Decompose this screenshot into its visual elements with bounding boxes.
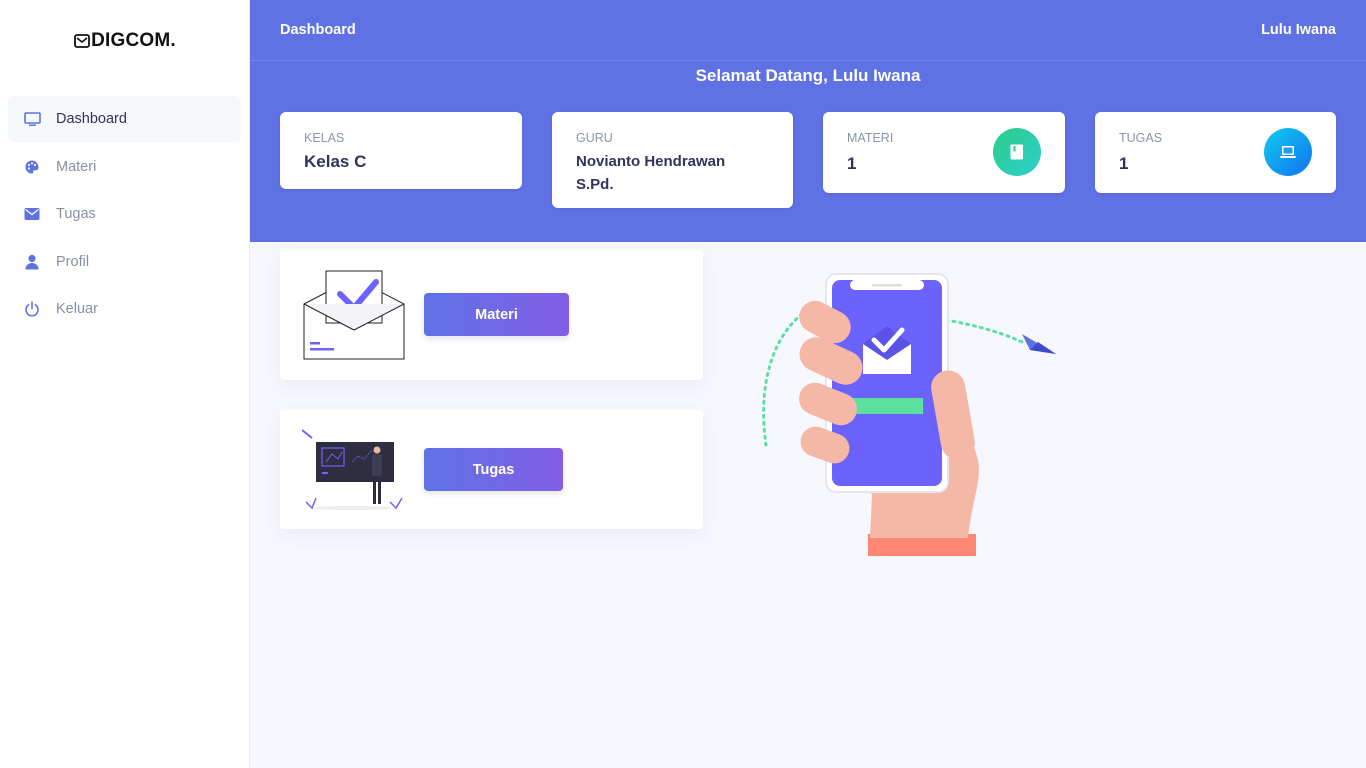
sidebar-item-dashboard[interactable]: Dashboard [8, 96, 241, 142]
stat-caption: KELAS [304, 131, 345, 145]
brand-logo[interactable]: DIGCOM. [0, 30, 250, 52]
stat-caption: TUGAS [1119, 131, 1163, 145]
teacher-board-illustration [302, 429, 403, 510]
envelope-logo-icon [74, 34, 90, 48]
sidebar-nav: Dashboard Materi Tugas Profil Keluar [8, 96, 241, 334]
envelope-icon [23, 205, 41, 223]
brand-name: DIGCOM. [91, 30, 176, 51]
stat-value: Kelas C [304, 152, 367, 171]
stat-card-kelas: KELAS Kelas C [280, 112, 522, 189]
sidebar-item-label: Materi [56, 158, 97, 175]
sidebar: DIGCOM. Dashboard Materi Tugas Profil Ke… [0, 0, 250, 768]
tugas-panel: Tugas [280, 410, 703, 529]
sidebar-item-label: Profil [56, 253, 90, 270]
welcome-heading: Selamat Datang, Lulu Iwana [695, 66, 921, 85]
stat-value: 1 [847, 154, 857, 173]
tugas-button[interactable]: Tugas [424, 448, 563, 491]
sidebar-item-label: Keluar [56, 301, 98, 318]
user-menu[interactable]: Lulu Iwana [1261, 22, 1336, 38]
sidebar-item-label: Tugas [56, 206, 96, 223]
stat-card-tugas: TUGAS 1 [1095, 112, 1336, 193]
palette-icon [23, 158, 41, 176]
user-icon [23, 253, 41, 271]
phone-in-hand-illustration [762, 273, 1056, 556]
stat-value: Novianto Hendrawan S.Pd. [576, 153, 726, 193]
stat-card-guru: GURU Novianto Hendrawan S.Pd. [552, 112, 793, 208]
materi-button[interactable]: Materi [424, 293, 569, 336]
stat-card-materi: MATERI 1 [823, 112, 1065, 193]
sidebar-item-keluar[interactable]: Keluar [8, 286, 241, 332]
sidebar-item-profil[interactable]: Profil [8, 239, 241, 285]
monitor-icon [23, 110, 41, 128]
sidebar-item-materi[interactable]: Materi [8, 144, 241, 190]
materi-panel: Materi [280, 250, 703, 380]
stat-caption: MATERI [847, 131, 894, 145]
top-navbar: Dashboard Lulu Iwana [250, 0, 1366, 61]
breadcrumb[interactable]: Dashboard [280, 22, 356, 38]
stat-value: 1 [1119, 154, 1129, 173]
sidebar-item-tugas[interactable]: Tugas [8, 191, 241, 237]
power-icon [23, 300, 41, 318]
sidebar-item-label: Dashboard [56, 111, 127, 127]
envelope-check-illustration [303, 270, 405, 360]
header: Dashboard Lulu Iwana Selamat Datang, Lul… [250, 0, 1366, 242]
laptop-icon [1264, 128, 1312, 176]
book-icon [993, 128, 1041, 176]
stat-caption: GURU [576, 131, 613, 145]
